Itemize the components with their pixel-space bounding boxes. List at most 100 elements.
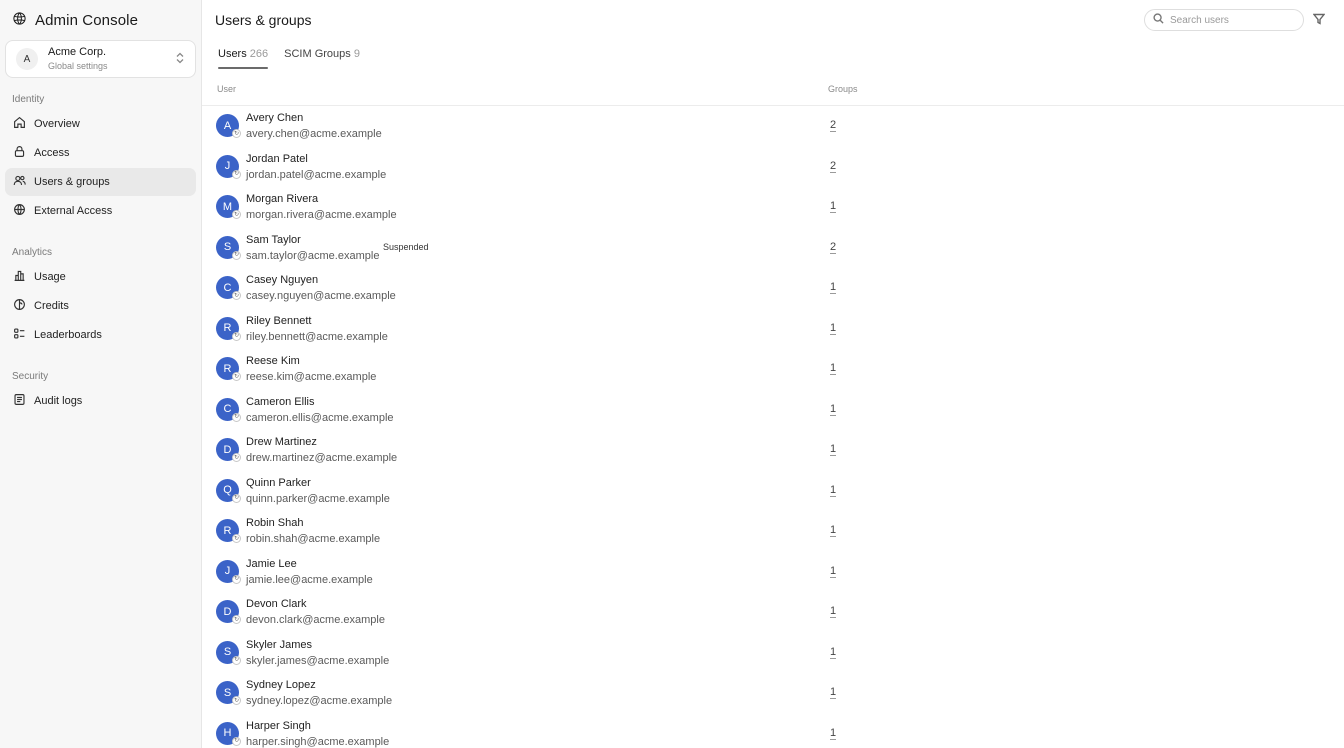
table-row[interactable]: D ↻ Drew Martinez drew.martinez@acme.exampl… (202, 430, 1344, 471)
bar-chart-icon (13, 269, 26, 285)
group-count-link[interactable]: 1 (830, 282, 837, 294)
user-email: reese.kim@acme.example (246, 371, 377, 383)
lock-icon (13, 145, 26, 161)
tab-users[interactable]: Users 266 (218, 44, 269, 69)
sync-icon: ↻ (232, 534, 241, 543)
sidebar-item-leaderboards[interactable]: Leaderboards (5, 321, 196, 349)
user-email: casey.nguyen@acme.example (246, 290, 396, 302)
user-name: Harper Singh (246, 719, 311, 732)
nav-section-identity: Identity Overview Access Users & groups … (5, 92, 196, 225)
group-count-link[interactable]: 2 (830, 160, 837, 173)
sidebar-item-users-and-groups[interactable]: Users & groups (5, 168, 196, 196)
user-name: Morgan Rivera (246, 193, 319, 205)
tab-label: SCIM Groups (284, 48, 351, 60)
user-name: Skyler James (246, 638, 313, 651)
group-count-link[interactable]: 2 (830, 120, 837, 132)
table-row[interactable]: C ↻ Cameron Ellis cameron.ellis@acme.exampl… (202, 390, 1344, 431)
sync-icon: ↻ (232, 210, 241, 219)
sidebar-item-label: Credits (34, 300, 69, 312)
sidebar-item-overview[interactable]: Overview (5, 110, 196, 138)
table-row[interactable]: H ↻ Harper Singh harper.singh@acme.example 1 (202, 714, 1344, 748)
search-input[interactable] (1170, 14, 1290, 26)
user-name: Quinn Parker (246, 476, 311, 489)
table-row[interactable]: S ↻ Sydney Lopez sydney.lopez@acme.example 1 (202, 673, 1344, 714)
sidebar: Admin Console A Acme Corp. Global settin… (0, 0, 202, 748)
org-name: Acme Corp. (48, 46, 107, 58)
sync-icon: ↻ (232, 129, 241, 138)
table-row[interactable]: S ↻ Sam Taylor sam.taylor@acme.example Suspe… (202, 228, 1344, 269)
table-row[interactable]: R ↻ Robin Shah robin.shah@acme.example 1 (202, 511, 1344, 552)
user-name: Sam Taylor (246, 233, 301, 246)
sidebar-item-label: Access (34, 147, 70, 159)
user-name: Jordan Patel (246, 152, 308, 165)
user-name: Cameron Ellis (246, 395, 315, 408)
user-email: harper.singh@acme.example (246, 735, 390, 748)
search-icon (1153, 13, 1164, 27)
group-count-link[interactable]: 1 (830, 606, 837, 618)
sidebar-item-usage[interactable]: Usage (5, 263, 196, 291)
user-name: Casey Nguyen (246, 274, 319, 286)
user-email: drew.martinez@acme.example (246, 452, 398, 464)
sync-icon: ↻ (232, 574, 241, 584)
user-email: jamie.lee@acme.example (246, 573, 373, 586)
group-count-link[interactable]: 1 (830, 727, 837, 740)
table-row[interactable]: D ↻ Devon Clark devon.clark@acme.example 1 (202, 592, 1344, 633)
sync-icon: ↻ (232, 736, 241, 746)
tab-count: 9 (353, 48, 360, 60)
users-table-body: A ↻ Avery Chen avery.chen@acme.example 2 J ↻ Jo… (202, 106, 1344, 748)
group-count-link[interactable]: 1 (830, 403, 837, 416)
credits-icon (13, 298, 26, 314)
table-row[interactable]: S ↻ Skyler James skyler.james@acme.example 1 (202, 633, 1344, 674)
filter-icon (1312, 13, 1326, 28)
globe-icon (13, 203, 26, 219)
sidebar-item-label: Users & groups (34, 176, 110, 188)
table-row[interactable]: A ↻ Avery Chen avery.chen@acme.example 2 (202, 106, 1344, 147)
table-row[interactable]: Q ↻ Quinn Parker quinn.parker@acme.example 1 (202, 471, 1344, 512)
group-count-link[interactable]: 1 (830, 201, 837, 213)
table-row[interactable]: R ↻ Riley Bennett riley.bennett@acme.exampl… (202, 309, 1344, 350)
table-row[interactable]: R ↻ Reese Kim reese.kim@acme.example 1 (202, 349, 1344, 390)
nav-section-analytics: Analytics Usage Credits Leaderboards (5, 245, 196, 349)
column-header-groups: Groups (828, 84, 858, 94)
users-icon (13, 174, 26, 190)
group-count-link[interactable]: 2 (830, 241, 837, 254)
main-content: Users & groups Users 266 SCIM Groups 9 U… (202, 0, 1344, 748)
table-row[interactable]: C ↻ Casey Nguyen casey.nguyen@acme.example 1 (202, 268, 1344, 309)
group-count-link[interactable]: 1 (830, 484, 837, 497)
tab-scim-groups[interactable]: SCIM Groups 9 (284, 44, 360, 69)
home-icon (13, 116, 26, 132)
chevron-up-down-icon (175, 52, 185, 67)
sidebar-item-credits[interactable]: Credits (5, 292, 196, 320)
group-count-link[interactable]: 1 (830, 322, 837, 335)
group-count-link[interactable]: 1 (830, 444, 837, 456)
section-label: Identity (12, 94, 45, 105)
org-switcher[interactable]: A Acme Corp. Global settings (5, 40, 196, 78)
section-label: Analytics (12, 247, 53, 258)
sidebar-item-audit-logs[interactable]: Audit logs (5, 387, 196, 415)
sidebar-item-external-access[interactable]: External Access (5, 197, 196, 225)
user-email: riley.bennett@acme.example (246, 330, 388, 343)
leaderboard-icon (13, 327, 26, 343)
group-count-link[interactable]: 1 (830, 363, 837, 375)
audit-log-icon (13, 393, 26, 409)
group-count-link[interactable]: 1 (830, 687, 837, 699)
sync-icon: ↻ (232, 291, 241, 300)
sync-icon: ↻ (232, 169, 241, 179)
group-count-link[interactable]: 1 (830, 525, 837, 537)
user-email: sydney.lopez@acme.example (246, 695, 393, 707)
table-row[interactable]: J ↻ Jordan Patel jordan.patel@acme.example 2 (202, 147, 1344, 188)
filter-button[interactable] (1312, 13, 1327, 28)
user-email: avery.chen@acme.example (246, 128, 382, 140)
search-box[interactable] (1144, 9, 1304, 31)
group-count-link[interactable]: 1 (830, 565, 837, 578)
sync-icon: ↻ (232, 372, 241, 381)
table-row[interactable]: M ↻ Morgan Rivera morgan.rivera@acme.exampl… (202, 187, 1344, 228)
user-email: cameron.ellis@acme.example (246, 411, 394, 424)
sidebar-item-access[interactable]: Access (5, 139, 196, 167)
page-title: Users & groups (215, 12, 312, 28)
app-title: Admin Console (35, 11, 139, 29)
group-count-link[interactable]: 1 (830, 646, 837, 659)
table-row[interactable]: J ↻ Jamie Lee jamie.lee@acme.example 1 (202, 552, 1344, 593)
brand[interactable]: Admin Console (5, 0, 196, 40)
sync-icon: ↻ (232, 412, 241, 422)
